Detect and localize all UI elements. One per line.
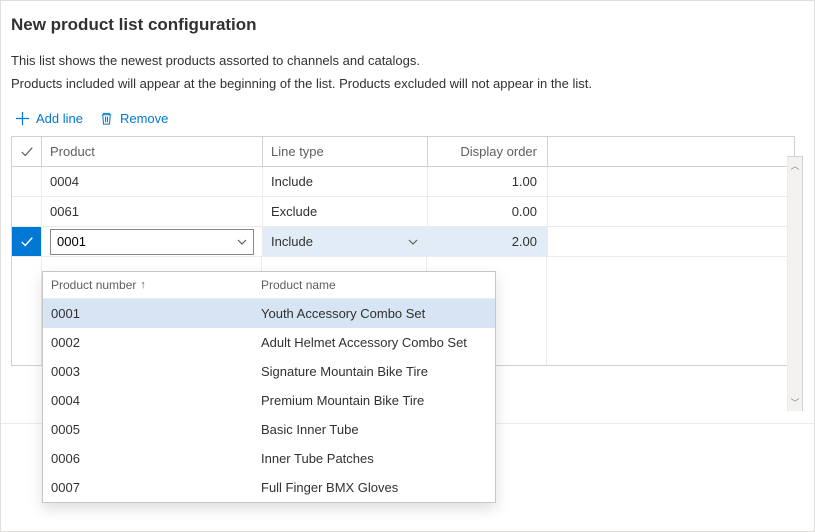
add-line-button[interactable]: Add line	[15, 111, 83, 126]
header-spacer	[547, 137, 794, 166]
linetype-cell[interactable]: Exclude	[262, 197, 427, 226]
product-cell[interactable]: 0004	[42, 167, 262, 196]
linetype-cell[interactable]: Include	[262, 167, 427, 196]
displayorder-cell[interactable]: 0.00	[427, 197, 547, 226]
dropdown-header: Product number ↑ Product name	[43, 272, 495, 299]
product-input[interactable]	[50, 229, 254, 255]
product-lookup-dropdown: Product number ↑ Product name 0001 Youth…	[42, 271, 496, 503]
header: New product list configuration This list…	[1, 1, 814, 105]
select-all-header[interactable]	[12, 137, 42, 166]
remove-button[interactable]: Remove	[99, 111, 168, 126]
dropdown-item[interactable]: 0006 Inner Tube Patches	[43, 444, 495, 473]
product-header[interactable]: Product	[42, 137, 262, 166]
checkmark-icon	[20, 235, 34, 249]
add-line-label: Add line	[36, 111, 83, 126]
remove-label: Remove	[120, 111, 168, 126]
checkmark-icon	[20, 145, 34, 159]
linetype-value: Include	[271, 234, 313, 249]
table-row[interactable]: Include 2.00	[12, 227, 794, 257]
trash-icon	[99, 111, 114, 126]
dropdown-item[interactable]: 0001 Youth Accessory Combo Set	[43, 299, 495, 328]
table-row[interactable]: 0004 Include 1.00	[12, 167, 794, 197]
dropdown-item[interactable]: 0003 Signature Mountain Bike Tire	[43, 357, 495, 386]
row-spacer	[547, 197, 794, 226]
description-line-2: Products included will appear at the beg…	[11, 76, 804, 91]
toolbar: Add line Remove	[1, 105, 814, 136]
dropdown-item[interactable]: 0007 Full Finger BMX Gloves	[43, 473, 495, 502]
linetype-cell[interactable]: Include	[262, 227, 427, 256]
grid-scrollbar[interactable]: ︿ ﹀	[787, 156, 803, 411]
dropdown-body[interactable]: 0001 Youth Accessory Combo Set 0002 Adul…	[43, 299, 495, 502]
product-cell[interactable]	[42, 227, 262, 256]
plus-icon	[15, 111, 30, 126]
displayorder-cell[interactable]: 1.00	[427, 167, 547, 196]
dropdown-number-header[interactable]: Product number ↑	[51, 278, 261, 292]
displayorder-header[interactable]: Display order	[427, 137, 547, 166]
chevron-down-icon[interactable]	[407, 236, 419, 248]
row-checkbox[interactable]	[12, 197, 42, 226]
row-checkbox[interactable]	[12, 227, 42, 256]
scroll-up-icon[interactable]: ︿	[790, 157, 799, 174]
row-checkbox[interactable]	[12, 167, 42, 196]
dropdown-item[interactable]: 0005 Basic Inner Tube	[43, 415, 495, 444]
row-spacer	[547, 227, 794, 256]
dropdown-name-header[interactable]: Product name	[261, 278, 487, 292]
product-cell[interactable]: 0061	[42, 197, 262, 226]
page-title: New product list configuration	[11, 15, 804, 35]
grid-header-row: Product Line type Display order	[12, 137, 794, 167]
linetype-header[interactable]: Line type	[262, 137, 427, 166]
row-spacer	[547, 167, 794, 196]
table-row[interactable]: 0061 Exclude 0.00	[12, 197, 794, 227]
dropdown-item[interactable]: 0002 Adult Helmet Accessory Combo Set	[43, 328, 495, 357]
description-line-1: This list shows the newest products asso…	[11, 53, 804, 68]
sort-asc-icon: ↑	[140, 279, 146, 291]
displayorder-cell[interactable]: 2.00	[427, 227, 547, 256]
scroll-down-icon[interactable]: ﹀	[790, 394, 799, 411]
dropdown-item[interactable]: 0004 Premium Mountain Bike Tire	[43, 386, 495, 415]
